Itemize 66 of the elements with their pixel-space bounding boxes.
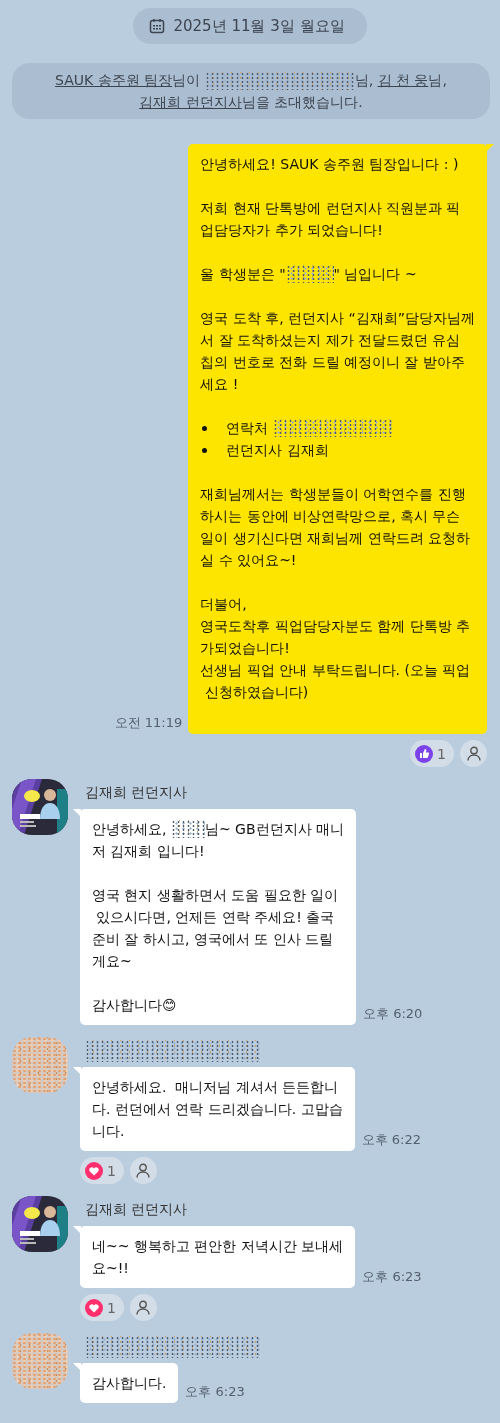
readers-button[interactable]: [129, 1157, 157, 1184]
name-link[interactable]: 김 천 웅: [377, 72, 429, 88]
message-text: 연락처: [226, 419, 270, 438]
redacted-avatar: [12, 1333, 68, 1389]
message-text: 세요 !: [200, 375, 239, 394]
time-label: 오전 11:19: [114, 714, 183, 732]
message-text: 안녕하세요,: [92, 820, 168, 839]
bullet-icon: [202, 447, 208, 453]
message-text: 님~ GB런던지사 매니: [204, 820, 344, 839]
reaction-button[interactable]: 1: [80, 1157, 124, 1184]
message-text: 런던지사 김재희: [226, 441, 329, 460]
readers-button[interactable]: [129, 1294, 157, 1321]
message-text: 선생님 픽업 안내 부탁드립니다. (오늘 픽업: [200, 661, 471, 680]
redaction-mark: [285, 265, 334, 283]
time-label: 오후 6:23: [185, 1383, 245, 1401]
message-text: 게요~: [92, 952, 132, 971]
message-text: 일이 생기신다면 재희님께 연락드려 요청하: [200, 529, 471, 548]
bullet-icon: [202, 425, 208, 431]
thumbs-up-icon: [415, 744, 434, 763]
notice-text: 님,: [428, 72, 447, 88]
message-text: 영국 도착 후, 런던지사 “김재희”담당자님께: [200, 309, 475, 328]
calendar-icon: [149, 18, 166, 34]
name-link[interactable]: 김재희 런던지사: [139, 94, 242, 110]
notice-text: 님,: [354, 72, 375, 88]
message-text: 울 학생분은 ": [200, 265, 286, 284]
message-text: 감사합니다😊: [92, 996, 177, 1015]
message-text: 니다.: [92, 1122, 125, 1141]
message-text: 영국도착후 픽업담당자분도 함께 단톡방 추: [200, 617, 471, 636]
notice-text: 님을 초대했습니다.: [241, 94, 363, 110]
readers-button[interactable]: [460, 740, 487, 767]
message-text: " 님입니다 ~: [333, 265, 417, 284]
message-text: 재희님께서는 학생분들이 어학연수를 진행: [200, 485, 466, 504]
message-text: 저희 현재 단톡방에 런던지사 직원분과 픽: [200, 199, 461, 218]
sender-name: 김재희 런던지사: [85, 1200, 189, 1219]
person-icon: [136, 1300, 151, 1315]
time-label: 오후 6:20: [363, 1005, 423, 1023]
message-text: 안녕하세요. 매니저님 계셔서 든든합니: [92, 1078, 339, 1097]
message-text: 요~!!: [92, 1259, 129, 1278]
message-text: 실 수 있어요~!: [200, 551, 297, 570]
message-text: 가되었습니다!: [200, 639, 290, 658]
sender-name: 김재희 런던지사: [85, 783, 189, 802]
message-text: 하시는 동안에 비상연락망으로, 혹시 무슨: [200, 507, 461, 526]
message-text: 신청하였습니다): [203, 683, 309, 702]
message-text: 업담당자가 추가 되었습니다!: [200, 221, 383, 240]
date-text: 2025년 11월 3일 월요일: [173, 16, 345, 36]
message-text: 서 잘 도착하셨는지 제가 전달드렸던 유심: [200, 331, 461, 350]
message-text: 영국 현지 생활하면서 도움 필요한 일이: [92, 886, 339, 905]
time-label: 오후 6:23: [362, 1268, 422, 1286]
time-label: 오후 6:22: [361, 1131, 422, 1149]
message-text: 준비 잘 하시고, 영국에서 또 인사 드릴: [92, 930, 334, 949]
redacted-avatar: [12, 1037, 68, 1093]
name-link[interactable]: SAUK 송주원 팀장: [55, 72, 173, 88]
person-icon: [466, 746, 481, 761]
reaction-button[interactable]: 1: [80, 1294, 124, 1321]
message-text: 다. 런던에서 연락 드리겠습니다. 고맙습: [92, 1100, 343, 1119]
message-text: 네~~ 행복하고 편안한 저녁시간 보내세: [92, 1237, 344, 1256]
redaction-mark: [170, 820, 205, 838]
message-text: 더불어,: [200, 595, 247, 614]
message-text: 감사합니다.: [92, 1374, 167, 1393]
message-text: 있으시다면, 언제든 연락 주세요! 출국: [95, 908, 335, 927]
reaction-button[interactable]: 1: [410, 740, 454, 767]
message-text: 안녕하세요! SAUK 송주원 팀장입니다 : ): [200, 155, 459, 174]
notice-text: 님이: [172, 72, 202, 88]
message-text: 칩의 번호로 전화 드릴 예정이니 잘 받아주: [200, 353, 465, 372]
message-text: 저 김재희 입니다!: [92, 842, 205, 861]
person-icon: [136, 1163, 151, 1178]
